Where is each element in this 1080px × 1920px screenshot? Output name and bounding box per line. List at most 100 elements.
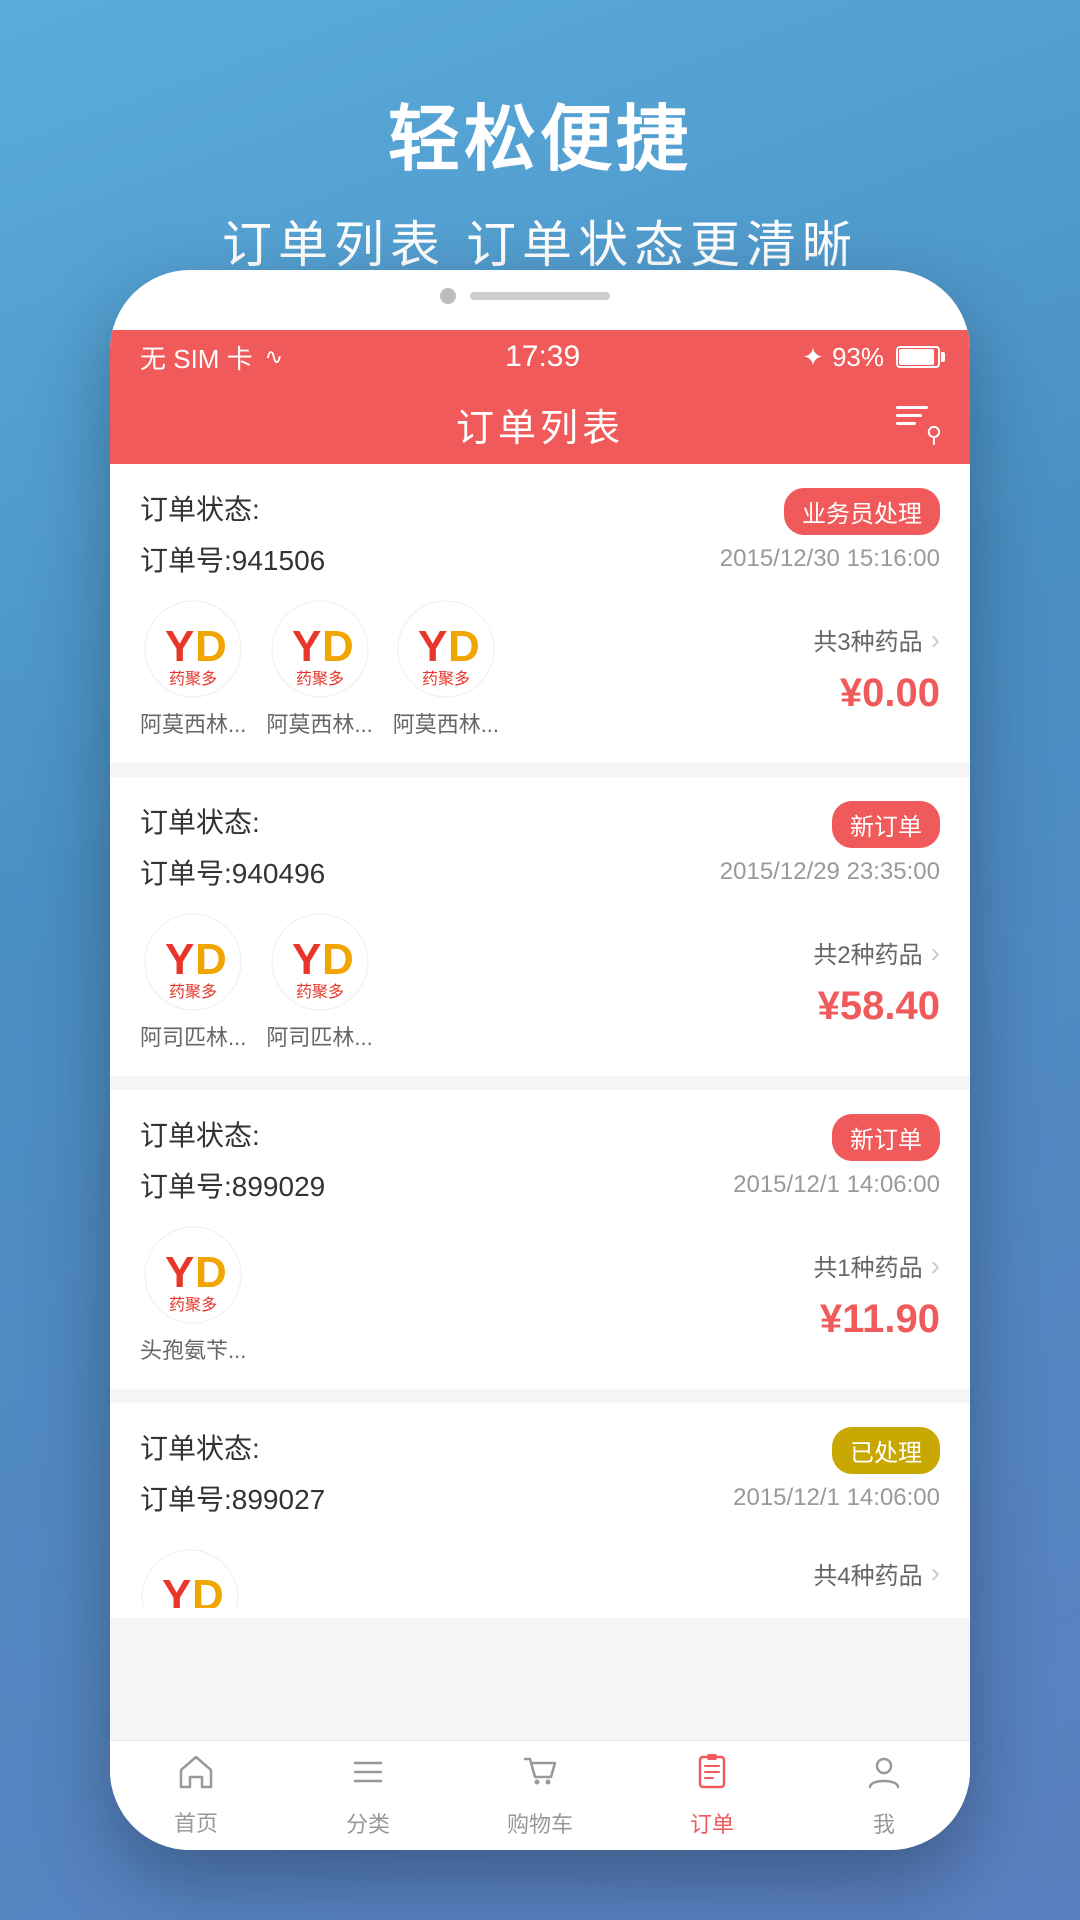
- product-item-3-1[interactable]: Y D 药聚多 头孢氨苄...: [140, 1225, 246, 1365]
- order-price-2: ¥58.40: [818, 984, 940, 1029]
- chevron-right-icon-4: ›: [931, 1557, 940, 1589]
- yd-logo-3-1: Y D 药聚多: [143, 1225, 243, 1325]
- product-name-3-1: 头孢氨苄...: [140, 1333, 246, 1365]
- sim-label: 无 SIM 卡: [140, 339, 253, 376]
- order-right-1: 共3种药品 › ¥0.00: [760, 622, 940, 716]
- svg-text:药聚多: 药聚多: [296, 983, 344, 1001]
- order-card-2[interactable]: 订单状态: 新订单 订单号:940496 2015/12/29 23:35:00: [110, 777, 970, 1076]
- svg-text:D: D: [192, 1571, 224, 1608]
- filter-icon-wrap: ⚲: [896, 406, 940, 442]
- product-name-1-1: 阿莫西林...: [140, 707, 246, 739]
- search-icon: ⚲: [926, 422, 942, 448]
- list-icon: [349, 1753, 387, 1801]
- user-icon: [865, 1753, 903, 1801]
- product-list-3: Y D 药聚多 头孢氨苄...: [140, 1225, 740, 1365]
- order-price-1: ¥0.00: [840, 671, 940, 716]
- hero-title: 轻松便捷: [0, 80, 1080, 185]
- status-time: 17:39: [505, 340, 580, 374]
- wifi-icon: ∿: [265, 344, 283, 370]
- order-header-1: 订单状态: 业务员处理: [140, 488, 940, 535]
- yd-logo-1-2: Y D 药聚多: [270, 599, 370, 699]
- svg-text:Y: Y: [165, 935, 194, 984]
- product-list-2: Y D 药聚多 阿司匹林... Y: [140, 912, 740, 1052]
- product-list-4: Y D: [140, 1538, 740, 1608]
- order-number-3: 订单号:899029: [140, 1165, 325, 1205]
- order-status-label-1: 订单状态:: [140, 488, 260, 528]
- svg-text:药聚多: 药聚多: [422, 670, 470, 688]
- filter-line-3: [896, 422, 916, 425]
- svg-text:药聚多: 药聚多: [169, 670, 217, 688]
- svg-text:Y: Y: [418, 622, 447, 671]
- tab-cart[interactable]: 购物车: [454, 1753, 626, 1839]
- svg-text:Y: Y: [165, 1248, 194, 1297]
- order-body-2: Y D 药聚多 阿司匹林... Y: [140, 912, 940, 1052]
- product-name-1-3: 阿莫西林...: [393, 707, 499, 739]
- order-body-3: Y D 药聚多 头孢氨苄... 共1种药品 ›: [140, 1225, 940, 1365]
- order-right-3: 共1种药品 › ¥11.90: [760, 1248, 940, 1342]
- order-list[interactable]: 订单状态: 业务员处理 订单号:941506 2015/12/30 15:16:…: [110, 464, 970, 1740]
- chevron-right-icon-1: ›: [931, 624, 940, 656]
- order-number-2: 订单号:940496: [140, 852, 325, 892]
- order-meta-2: 订单号:940496 2015/12/29 23:35:00: [140, 852, 940, 892]
- filter-search-button[interactable]: ⚲: [896, 406, 940, 442]
- product-item-1-3[interactable]: Y D 药聚多 阿莫西林...: [393, 599, 499, 739]
- battery-fill: [899, 349, 934, 365]
- product-item-1-2[interactable]: Y D 药聚多 阿莫西林...: [266, 599, 372, 739]
- product-item-2-1[interactable]: Y D 药聚多 阿司匹林...: [140, 912, 246, 1052]
- phone-camera: [440, 288, 456, 304]
- status-bar: 无 SIM 卡 ∿ 17:39 ✦ 93%: [110, 330, 970, 384]
- order-meta-1: 订单号:941506 2015/12/30 15:16:00: [140, 539, 940, 579]
- svg-text:药聚多: 药聚多: [169, 983, 217, 1001]
- order-date-1: 2015/12/30 15:16:00: [720, 545, 940, 573]
- order-status-label-3: 订单状态:: [140, 1114, 260, 1154]
- order-body-1: Y D 药聚多 阿莫西林... Y: [140, 599, 940, 739]
- home-icon: [177, 1753, 215, 1800]
- svg-text:D: D: [448, 622, 480, 671]
- svg-text:药聚多: 药聚多: [296, 670, 344, 688]
- order-icon: [693, 1753, 731, 1801]
- product-list-1: Y D 药聚多 阿莫西林... Y: [140, 599, 740, 739]
- tab-category[interactable]: 分类: [282, 1753, 454, 1839]
- tab-order-label: 订单: [690, 1807, 734, 1839]
- status-left: 无 SIM 卡 ∿: [140, 339, 283, 376]
- product-name-2-2: 阿司匹林...: [266, 1020, 372, 1052]
- svg-text:D: D: [195, 622, 227, 671]
- order-right-2: 共2种药品 › ¥58.40: [760, 935, 940, 1029]
- yd-logo-2-1: Y D 药聚多: [143, 912, 243, 1012]
- order-card-1[interactable]: 订单状态: 业务员处理 订单号:941506 2015/12/30 15:16:…: [110, 464, 970, 763]
- chevron-right-icon-2: ›: [931, 937, 940, 969]
- nav-bar: 订单列表 ⚲: [110, 384, 970, 464]
- order-number-4: 订单号:899027: [140, 1478, 325, 1518]
- tab-order[interactable]: 订单: [626, 1753, 798, 1839]
- filter-line-1: [896, 406, 928, 409]
- tab-me[interactable]: 我: [798, 1753, 970, 1839]
- tab-category-label: 分类: [346, 1807, 390, 1839]
- order-card-3[interactable]: 订单状态: 新订单 订单号:899029 2015/12/1 14:06:00 …: [110, 1090, 970, 1389]
- order-status-badge-4: 已处理: [832, 1427, 940, 1474]
- svg-text:D: D: [322, 622, 354, 671]
- cart-icon: [521, 1753, 559, 1801]
- order-status-badge-3: 新订单: [832, 1114, 940, 1161]
- battery-percent: 93%: [832, 342, 884, 373]
- nav-title: 订单列表: [456, 397, 624, 452]
- tab-me-label: 我: [873, 1807, 895, 1839]
- order-status-label-2: 订单状态:: [140, 801, 260, 841]
- product-item-1-1[interactable]: Y D 药聚多 阿莫西林...: [140, 599, 246, 739]
- products-count-2: 共2种药品 ›: [813, 935, 940, 970]
- tab-bar: 首页 分类: [110, 1740, 970, 1850]
- product-item-2-2[interactable]: Y D 药聚多 阿司匹林...: [266, 912, 372, 1052]
- svg-text:D: D: [195, 935, 227, 984]
- order-date-3: 2015/12/1 14:06:00: [733, 1171, 940, 1199]
- hero-subtitle: 订单列表 订单状态更清晰: [0, 205, 1080, 277]
- bluetooth-icon: ✦: [802, 342, 824, 373]
- product-name-1-2: 阿莫西林...: [266, 707, 372, 739]
- product-item-4-1[interactable]: Y D: [140, 1538, 240, 1608]
- phone-frame: 无 SIM 卡 ∿ 17:39 ✦ 93% 订单列表: [110, 270, 970, 1850]
- tab-home[interactable]: 首页: [110, 1753, 282, 1838]
- svg-text:Y: Y: [292, 622, 321, 671]
- svg-text:Y: Y: [292, 935, 321, 984]
- order-date-2: 2015/12/29 23:35:00: [720, 858, 940, 886]
- order-card-4[interactable]: 订单状态: 已处理 订单号:899027 2015/12/1 14:06:00 …: [110, 1403, 970, 1618]
- order-header-3: 订单状态: 新订单: [140, 1114, 940, 1161]
- order-status-label-4: 订单状态:: [140, 1427, 260, 1467]
